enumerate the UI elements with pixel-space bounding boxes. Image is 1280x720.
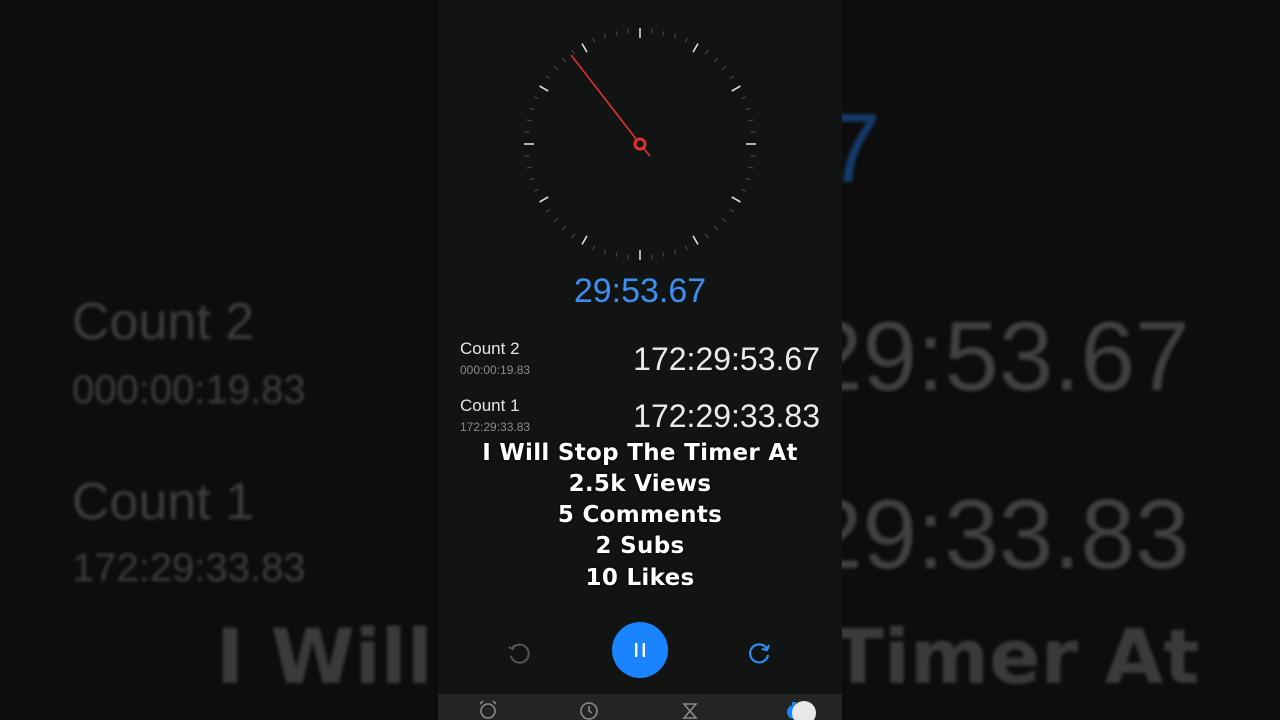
dial-tick <box>545 75 551 80</box>
dial-tick <box>545 208 551 213</box>
caption-line: 5 Comments <box>557 502 723 528</box>
dial-tick <box>748 166 754 169</box>
dial-tick <box>539 196 549 203</box>
dial-tick <box>529 107 535 111</box>
dial-tick <box>722 66 727 71</box>
dial-tick <box>684 37 688 43</box>
bg-time-bottom: 29:33.83 <box>842 479 1190 589</box>
dial-tick <box>731 196 741 203</box>
bg-blue-fragment: 7 <box>842 93 881 203</box>
lap-split: 172:29:33.83 <box>460 420 531 434</box>
background-right: 7 29:53.67 29:33.83 Timer At <box>842 0 1280 720</box>
dial-tick <box>741 96 747 100</box>
dial-tick <box>731 85 741 92</box>
timer-icon <box>682 703 698 719</box>
bottom-tab-bar <box>438 694 842 720</box>
dial-tick <box>722 217 727 222</box>
bg-lap2-name: Count 2 <box>72 293 255 351</box>
lap-name: Count 2 <box>460 339 520 358</box>
dial-tick <box>750 155 756 157</box>
caption-line: 2 Subs <box>595 533 685 559</box>
dial-tick <box>627 254 629 260</box>
bg-lap1-diff: 172:29:33.83 <box>72 546 306 590</box>
dial-tick <box>603 33 607 39</box>
reset-button[interactable] <box>745 638 775 668</box>
bg-lap1-name: Count 1 <box>72 473 255 531</box>
dial-tick <box>562 57 567 62</box>
alarm-icon <box>479 700 497 719</box>
dial-tick <box>581 235 588 245</box>
dial-tick <box>651 254 653 260</box>
dial-tick <box>673 33 677 39</box>
floating-toggle[interactable] <box>792 701 816 720</box>
reset-icon <box>749 643 771 664</box>
dial-tick <box>692 235 699 245</box>
dial-tick <box>692 43 699 53</box>
elapsed-time: 29:53.67 <box>573 272 707 310</box>
pause-button[interactable] <box>612 622 668 678</box>
second-hand <box>570 54 641 145</box>
dial-tick <box>592 245 596 251</box>
caption-line: I Will Stop The Timer At <box>482 440 798 466</box>
dial-tick <box>592 37 596 43</box>
dial-tick <box>553 66 558 71</box>
dial-tick <box>662 30 665 36</box>
dial-tick <box>750 131 756 133</box>
dial-tick <box>662 252 665 258</box>
lap-icon <box>508 643 530 664</box>
dial-tick <box>526 119 532 122</box>
lap-total: 172:29:53.67 <box>633 341 820 377</box>
dial-tick <box>684 245 688 251</box>
dial-tick <box>745 107 751 111</box>
dial-tick <box>745 177 751 181</box>
dial-tick <box>571 49 576 55</box>
bg-caption-left: I Will <box>216 612 433 701</box>
caption-line: 10 Likes <box>585 565 695 591</box>
dial-tick <box>729 75 735 80</box>
dial-tick <box>524 155 530 157</box>
bg-time-top: 29:53.67 <box>842 301 1190 411</box>
lap-total: 172:29:33.83 <box>633 398 820 434</box>
dial-tick <box>571 233 576 239</box>
tab-timer[interactable] <box>675 698 705 720</box>
bg-caption-right: Timer At <box>842 612 1200 701</box>
dial-tick <box>562 226 567 231</box>
dial-tick <box>729 208 735 213</box>
dial-tick <box>539 85 549 92</box>
dial-tick <box>748 119 754 122</box>
dial-tick <box>581 43 588 53</box>
bg-lap2-diff: 000:00:19.83 <box>72 368 306 412</box>
dial-tick <box>526 166 532 169</box>
dial-tick <box>615 252 618 258</box>
lap-split: 000:00:19.83 <box>460 363 531 377</box>
lap-button[interactable] <box>504 638 534 668</box>
dial-tick <box>533 96 539 100</box>
dial-tick <box>673 249 677 255</box>
stopwatch-screen: 29:53.67 Count 2 000:00:19.83 172:29:53.… <box>438 0 842 720</box>
dial-center <box>633 137 647 151</box>
dial-tick <box>627 28 629 34</box>
lap-row: Count 2 000:00:19.83 172:29:53.67 <box>460 339 820 383</box>
stopwatch-dial <box>524 28 756 260</box>
clock-icon <box>580 702 598 720</box>
background-left: Count 2 000:00:19.83 Count 1 172:29:33.8… <box>0 0 438 720</box>
dial-tick <box>524 131 530 133</box>
dial-tick <box>615 30 618 36</box>
dial-tick <box>553 217 558 222</box>
dial-tick <box>533 188 539 192</box>
lap-name: Count 1 <box>460 396 520 415</box>
caption-line: 2.5k Views <box>568 471 712 497</box>
tab-clock[interactable] <box>574 698 604 720</box>
lap-row: Count 1 172:29:33.83 172:29:33.83 <box>460 396 820 440</box>
dial-tick <box>713 57 718 62</box>
dial-tick <box>704 233 709 239</box>
dial-tick <box>704 49 709 55</box>
dial-tick <box>713 226 718 231</box>
dial-tick <box>529 177 535 181</box>
dial-tick <box>603 249 607 255</box>
dial-tick <box>651 28 653 34</box>
dial-tick <box>741 188 747 192</box>
tab-alarm[interactable] <box>473 698 503 720</box>
pause-icon <box>635 643 645 657</box>
